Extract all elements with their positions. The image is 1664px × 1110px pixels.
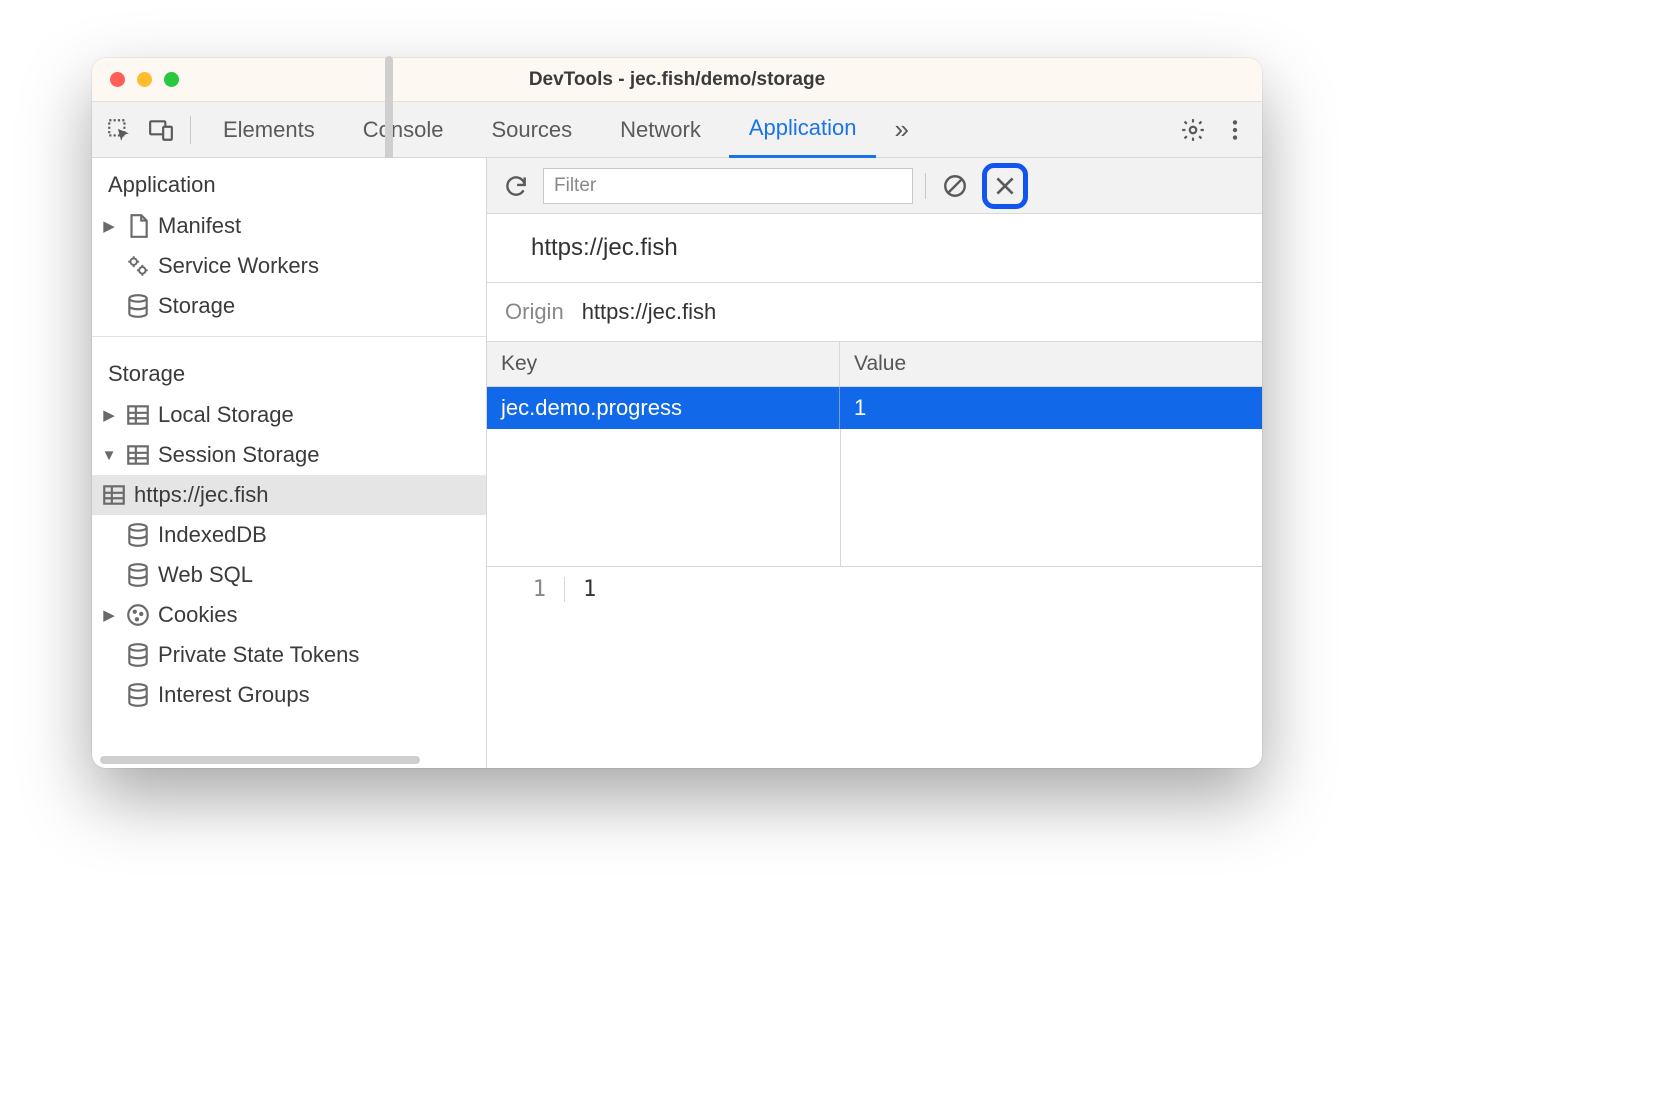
window-title: DevTools - jec.fish/demo/storage	[92, 69, 1262, 91]
sidebar-item-label: Private State Tokens	[158, 642, 359, 668]
cookie-icon	[124, 601, 152, 629]
sidebar-item-manifest[interactable]: ▶ Manifest	[92, 206, 486, 246]
titlebar: DevTools - jec.fish/demo/storage	[92, 58, 1262, 102]
database-icon	[124, 681, 152, 709]
kebab-menu-icon[interactable]	[1218, 113, 1252, 147]
tab-sources[interactable]: Sources	[471, 102, 592, 158]
origin-heading: https://jec.fish	[487, 214, 1262, 283]
delete-selected-highlight	[982, 163, 1028, 209]
sidebar-item-cookies[interactable]: ▶ Cookies	[92, 595, 486, 635]
expand-arrow-icon: ▶	[100, 406, 118, 424]
sidebar-item-interest-groups[interactable]: Interest Groups	[92, 675, 486, 715]
line-number: 1	[487, 577, 565, 602]
tab-console[interactable]: Console	[343, 102, 464, 158]
sidebar-item-session-storage[interactable]: ▼ Session Storage	[92, 435, 486, 475]
sidebar-item-label: Cookies	[158, 602, 237, 628]
tab-overflow[interactable]: »	[884, 102, 918, 158]
cell-key[interactable]: jec.demo.progress	[487, 387, 840, 429]
filter-input[interactable]	[543, 168, 913, 204]
sidebar-item-session-origin[interactable]: https://jec.fish	[92, 475, 486, 515]
separator	[925, 173, 926, 199]
sidebar-item-label: Manifest	[158, 213, 241, 239]
expand-arrow-icon: ▶	[100, 606, 118, 624]
table-row[interactable]: jec.demo.progress 1	[487, 387, 1262, 429]
column-header-key[interactable]: Key	[487, 342, 840, 386]
content-area: Application ▶ Manifest Service Workers	[92, 158, 1262, 768]
sidebar-horizontal-scrollbar[interactable]	[100, 756, 420, 764]
document-icon	[124, 212, 152, 240]
database-icon	[124, 561, 152, 589]
database-icon	[124, 641, 152, 669]
sidebar-item-private-state[interactable]: Private State Tokens	[92, 635, 486, 675]
devtools-window: DevTools - jec.fish/demo/storage Element…	[92, 58, 1262, 768]
sidebar-item-label: Storage	[158, 293, 235, 319]
clear-all-icon[interactable]	[938, 169, 972, 203]
cell-value[interactable]: 1	[840, 387, 1262, 429]
sidebar-item-label: Service Workers	[158, 253, 319, 279]
storage-table-header: Key Value	[487, 342, 1262, 387]
device-toolbar-icon[interactable]	[144, 113, 178, 147]
application-sidebar: Application ▶ Manifest Service Workers	[92, 158, 487, 768]
database-icon	[124, 292, 152, 320]
tab-elements[interactable]: Elements	[203, 102, 335, 158]
section-application-title: Application	[92, 158, 486, 206]
sidebar-item-label: Local Storage	[158, 402, 294, 428]
storage-detail-panel: https://jec.fish Origin https://jec.fish…	[487, 158, 1262, 768]
sidebar-item-storage-app[interactable]: Storage	[92, 286, 486, 326]
sidebar-item-service-workers[interactable]: Service Workers	[92, 246, 486, 286]
sidebar-item-label: Session Storage	[158, 442, 319, 468]
value-viewer: 1 1	[487, 567, 1262, 612]
sidebar-item-local-storage[interactable]: ▶ Local Storage	[92, 395, 486, 435]
main-tabbar: Elements Console Sources Network Applica…	[92, 102, 1262, 158]
storage-toolbar	[487, 158, 1262, 214]
table-icon	[124, 401, 152, 429]
table-icon	[124, 441, 152, 469]
collapse-arrow-icon: ▼	[100, 447, 118, 464]
refresh-icon[interactable]	[499, 169, 533, 203]
tab-application[interactable]: Application	[729, 102, 877, 158]
table-icon	[100, 481, 128, 509]
expand-arrow-icon: ▶	[100, 217, 118, 235]
gears-icon	[124, 252, 152, 280]
origin-row: Origin https://jec.fish	[487, 283, 1262, 342]
sidebar-item-websql[interactable]: Web SQL	[92, 555, 486, 595]
inspect-icon[interactable]	[102, 113, 136, 147]
origin-label: Origin	[505, 299, 564, 325]
column-divider[interactable]	[840, 429, 841, 567]
separator	[190, 116, 191, 144]
section-storage-title: Storage	[92, 347, 486, 395]
sidebar-item-label: Interest Groups	[158, 682, 310, 708]
sidebar-item-indexeddb[interactable]: IndexedDB	[92, 515, 486, 555]
viewer-content: 1	[565, 577, 1262, 602]
delete-selected-icon[interactable]	[988, 169, 1022, 203]
column-header-value[interactable]: Value	[840, 342, 1262, 386]
sidebar-divider	[92, 336, 486, 337]
origin-value: https://jec.fish	[582, 299, 717, 325]
sidebar-item-label: IndexedDB	[158, 522, 267, 548]
settings-icon[interactable]	[1176, 113, 1210, 147]
tab-network[interactable]: Network	[600, 102, 721, 158]
database-icon	[124, 521, 152, 549]
sidebar-item-label: Web SQL	[158, 562, 253, 588]
storage-table-body: jec.demo.progress 1	[487, 387, 1262, 567]
sidebar-item-label: https://jec.fish	[134, 482, 269, 508]
